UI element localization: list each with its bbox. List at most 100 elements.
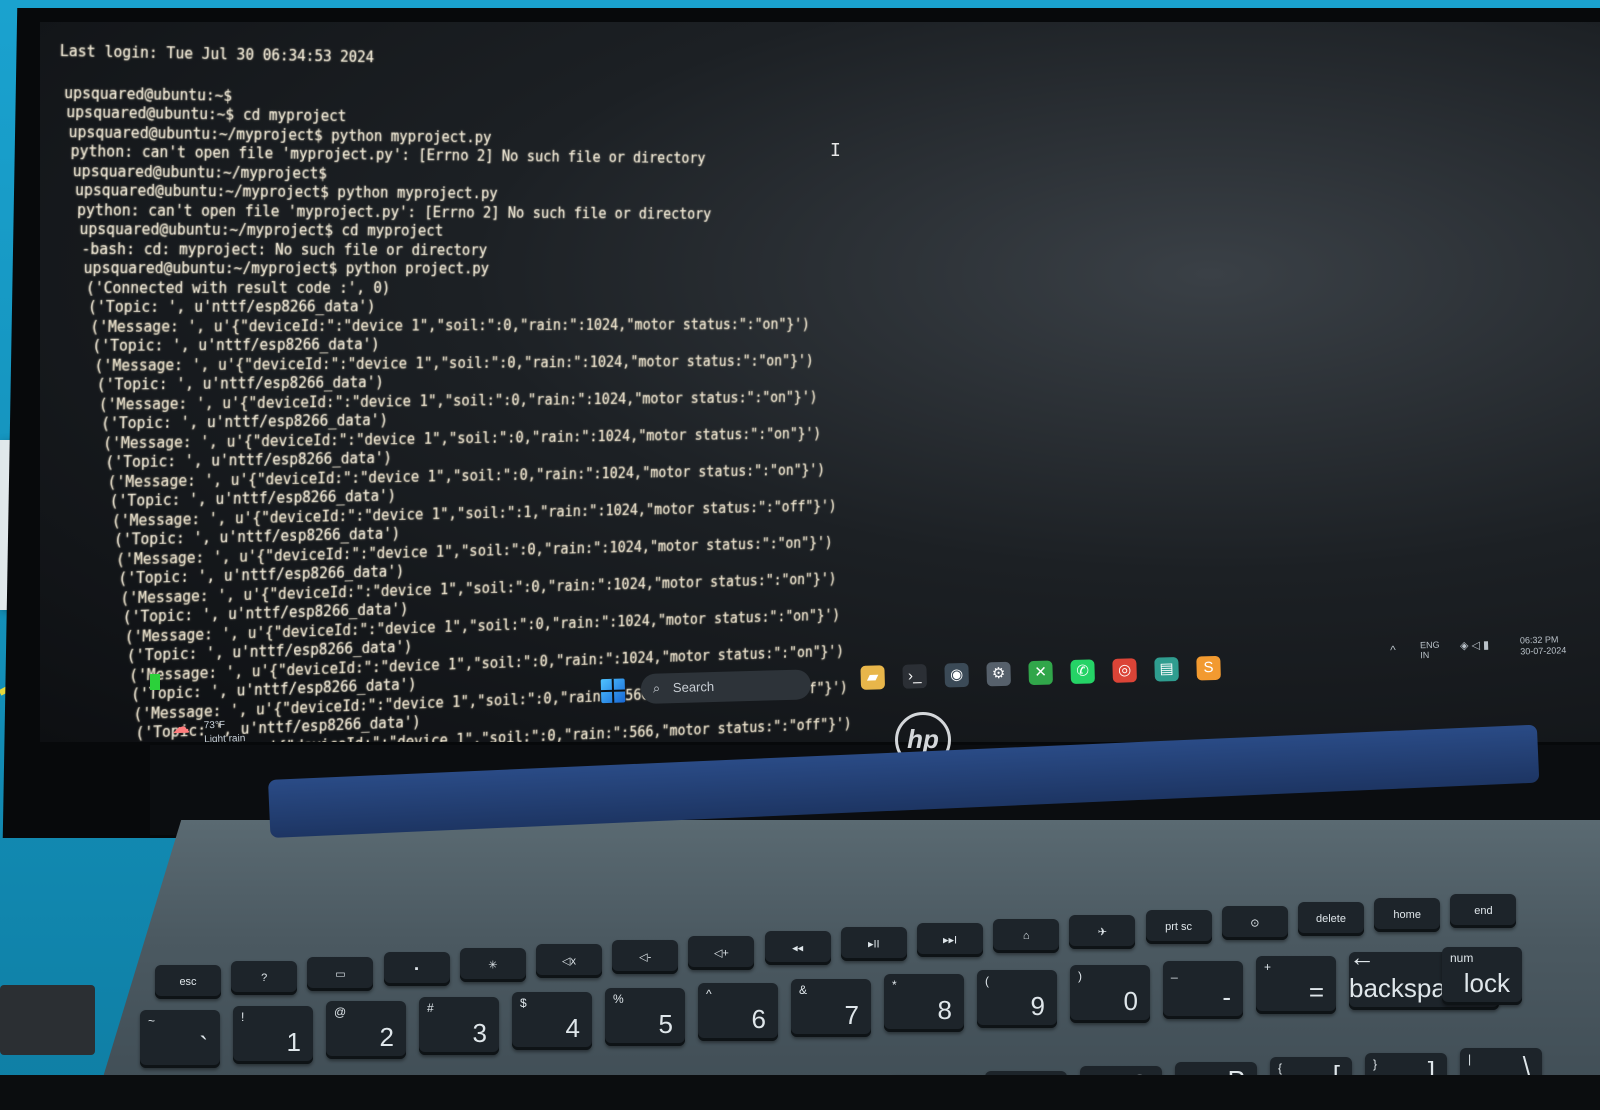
terminal-icon[interactable]: ›_ (902, 664, 928, 689)
weather-widget[interactable]: ☁ 73°F Light rain (172, 716, 283, 742)
key-shift-label: } (1373, 1056, 1378, 1071)
usb-plug (0, 985, 95, 1055)
key-label: home (1393, 908, 1421, 921)
text-caret-icon: I (830, 140, 841, 161)
file-explorer-icon[interactable]: ▰ (860, 665, 886, 690)
fn-key[interactable]: ⊙ (1221, 906, 1288, 941)
fn-key[interactable]: delete (1298, 902, 1364, 936)
fn-key[interactable]: ✈ (1069, 914, 1136, 949)
key-shift-label: + (1264, 960, 1272, 974)
key-label: prt sc (1165, 921, 1193, 934)
key-shift-label: @ (334, 1005, 347, 1019)
chrome-icon[interactable]: ◎ (1112, 658, 1137, 683)
xbox-icon[interactable]: ✕ (1028, 660, 1053, 686)
number-key[interactable]: % 5 (605, 987, 685, 1046)
terminal-line: upsquared@ubuntu:~/myproject$ cd myproje… (79, 220, 444, 240)
fn-key[interactable]: ▭ (307, 956, 374, 991)
key-shift-label: num (1450, 951, 1474, 965)
key-shift-label: # (427, 1000, 434, 1015)
language-indicator[interactable]: ENG IN (1420, 640, 1440, 661)
number-key[interactable]: & 7 (791, 978, 871, 1037)
search-icon: ⌕ (652, 680, 661, 696)
fn-key[interactable]: prt sc (1145, 910, 1212, 945)
key-main-label: = (1308, 977, 1324, 1007)
fn-key[interactable]: ▸▸I (917, 923, 983, 957)
key-main-label: 7 (844, 999, 859, 1030)
fn-key[interactable]: ◁x (536, 944, 602, 978)
fn-key[interactable]: ▸II (840, 927, 907, 962)
fn-key[interactable]: ▪ (383, 952, 450, 987)
key-main-label: - (1222, 981, 1231, 1012)
key-shift-label: $ (520, 996, 527, 1010)
key-shift-label: ( (985, 973, 989, 988)
key-label: ⌂ (1022, 929, 1030, 942)
terminal-line: -bash: cd: myproject: No such file or di… (81, 239, 488, 259)
camera-icon[interactable]: ◉ (944, 662, 970, 688)
sublime-icon[interactable]: S (1196, 655, 1221, 681)
key-label: ⊙ (1250, 917, 1260, 930)
laptop-screen: Last login: Tue Jul 30 06:34:53 2024 upsq… (40, 22, 1600, 742)
number-key[interactable]: $4 (512, 992, 592, 1050)
fn-key[interactable]: end (1450, 893, 1517, 928)
fn-key[interactable]: esc (155, 965, 221, 999)
tray-status-icons[interactable]: ◈ ◁ ▮ (1460, 638, 1489, 652)
fn-key[interactable]: ◂◂ (764, 931, 831, 966)
lang-bottom: IN (1420, 649, 1430, 661)
terminal-output[interactable]: Last login: Tue Jul 30 06:34:53 2024 upsq… (47, 42, 890, 742)
terminal-line: ('Connected with result code :', 0) (85, 278, 391, 297)
number-key[interactable]: ~ ` (140, 1010, 220, 1068)
number-key[interactable]: ^ 6 (698, 983, 778, 1041)
key-shift-label: { (1278, 1061, 1283, 1075)
fn-key[interactable]: ◁+ (688, 935, 755, 970)
photo-scene: Last login: Tue Jul 30 06:34:53 2024 upsq… (0, 0, 1600, 1110)
whatsapp-icon[interactable]: ✆ (1070, 659, 1095, 685)
clock-date: 30-07-2024 (1520, 645, 1567, 657)
fn-key[interactable]: home (1374, 897, 1441, 932)
key-main-label: ` (199, 1031, 208, 1061)
key-label: ✳ (488, 959, 498, 972)
key-main-label: 0 (1123, 986, 1138, 1016)
key-label: ▸▸I (942, 934, 958, 947)
number-key[interactable]: ) 0 (1070, 965, 1150, 1023)
system-tray: ^ ENG IN ◈ ◁ ▮ 06:32 PM 30-07-2024 (1390, 631, 1600, 667)
number-key[interactable]: * 8 (884, 974, 964, 1032)
clock[interactable]: 06:32 PM 30-07-2024 (1520, 634, 1567, 657)
number-key[interactable]: ! 1 (233, 1005, 313, 1064)
key-label: ▭ (335, 968, 346, 981)
number-key[interactable]: + = (1256, 956, 1336, 1014)
start-button[interactable] (600, 678, 626, 704)
key-main-label: lock (1463, 968, 1510, 998)
key-shift-label: * (892, 978, 897, 992)
key-shift-label: | (1468, 1052, 1472, 1066)
key-shift-label: _ (1171, 964, 1178, 979)
settings-icon[interactable]: ⚙ (986, 661, 1012, 687)
fn-key[interactable]: ◁- (612, 939, 679, 974)
fn-key[interactable]: ✳ (459, 948, 526, 983)
weather-desc: Light rain (204, 733, 246, 742)
key-shift-label: & (799, 982, 808, 997)
key-label: ▪ (414, 963, 419, 976)
number-key[interactable]: (9 (977, 969, 1057, 1028)
key-shift-label: ~ (148, 1014, 156, 1028)
terminal-line: upsquared@ubuntu:~/myproject$ python pro… (83, 259, 490, 278)
key-label: ◂◂ (792, 942, 804, 955)
weather-temp: 73°F (203, 719, 226, 732)
key-label: ◁- (639, 951, 652, 964)
search-label: Search (672, 678, 715, 696)
keyboard: esc? ▭ ▪ ✳ ◁x ◁- ◁+ ◂◂ ▸II ▸▸I ⌂ ✈ prt sc ⊙ delete home… (140, 860, 1600, 1110)
number-key[interactable]: @2 (326, 1001, 406, 1059)
chevron-up-icon[interactable]: ^ (1390, 643, 1396, 657)
key-main-label: 1 (286, 1026, 301, 1057)
fn-key[interactable]: ? (231, 960, 298, 995)
key-label: ✈ (1097, 926, 1107, 939)
number-key[interactable]: _ - (1163, 960, 1243, 1019)
key-main-label: 5 (658, 1008, 673, 1039)
fn-key[interactable]: ⌂ (993, 918, 1060, 953)
number-key[interactable]: #3 (419, 996, 499, 1055)
app-window-icon[interactable]: ▤ (1154, 657, 1179, 682)
key-label: ? (261, 971, 268, 984)
lang-top: ENG (1419, 639, 1440, 651)
taskbar-search[interactable]: ⌕ Search (640, 669, 812, 705)
key-main-label: 3 (472, 1017, 487, 1048)
number-key[interactable]: num lock (1442, 947, 1522, 1005)
